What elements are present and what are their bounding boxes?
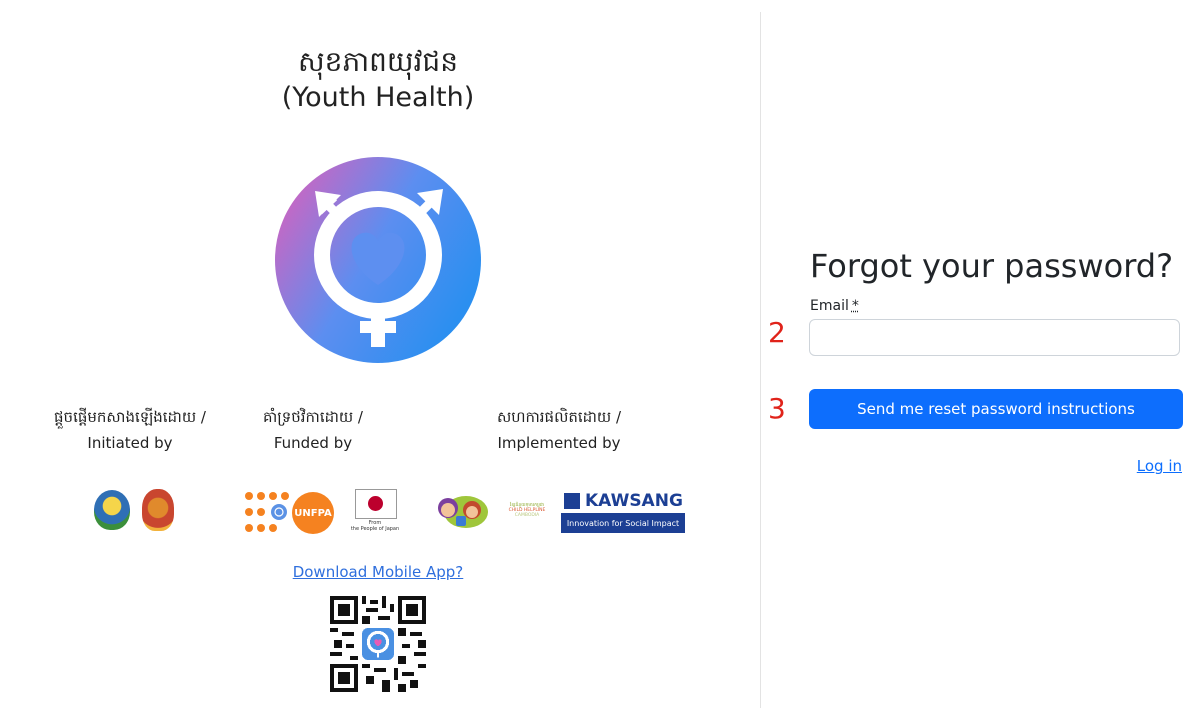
kawsang-mark-icon (564, 493, 580, 509)
required-marker: * (851, 298, 859, 314)
page-title: Forgot your password? (810, 247, 1174, 285)
credit-implemented-khmer: សហការផលិតដោយ / (496, 408, 622, 426)
child-helpline-logo (438, 496, 488, 528)
email-label-text: Email (810, 298, 849, 314)
send-reset-instructions-button[interactable]: Send me reset password instructions (809, 389, 1183, 429)
branding-panel: សុខភាពយុវជន (Youth Health) ផ្តួចផ្តើមកសា… (0, 0, 760, 708)
credit-initiated-english: Initiated by (87, 434, 173, 452)
credit-initiated: ផ្តួចផ្តើមកសាងឡើងដោយ / Initiated by (30, 404, 230, 456)
unfpa-logo: UNFPA (292, 492, 334, 534)
credit-funded-english: Funded by (273, 434, 353, 452)
government-seal-logo (142, 489, 174, 531)
un-dots-logo (245, 492, 289, 532)
unfpa-logo-text: UNFPA (294, 507, 332, 519)
ministry-seal-logo (94, 490, 130, 530)
step-marker-2: 2 (768, 316, 786, 349)
gender-heart-logo-icon (275, 157, 481, 363)
child-helpline-country: CAMBODIA (514, 513, 540, 518)
login-link[interactable]: Log in (1137, 457, 1182, 475)
qr-code[interactable] (330, 596, 426, 692)
app-title-english: (Youth Health) (281, 82, 475, 113)
kawsang-name: KAWSANG (585, 491, 683, 511)
kawsang-logo: KAWSANG Innovation for Social Impact (561, 489, 685, 533)
japan-flag-logo (355, 489, 397, 519)
email-field[interactable] (809, 319, 1180, 356)
credit-funded-khmer: គាំទ្រថវិកាដោយ / (263, 408, 363, 426)
credit-implemented-english: Implemented by (497, 434, 621, 452)
credit-implemented: សហការផលិតដោយ / Implemented by (455, 404, 663, 456)
japan-caption: From the People of Japan (350, 520, 400, 532)
credit-initiated-khmer: ផ្តួចផ្តើមកសាងឡើងដោយ / (54, 408, 206, 426)
forgot-password-panel: Forgot your password? Email * 2 3 Send me… (761, 0, 1200, 708)
download-app-link[interactable]: Download Mobile App? (240, 563, 516, 581)
app-title-khmer: សុខភាពយុវជន (298, 45, 458, 78)
step-marker-3: 3 (768, 392, 786, 425)
credit-funded: គាំទ្រថវិកាដោយ / Funded by (218, 404, 408, 456)
kawsang-tagline: Innovation for Social Impact (561, 513, 685, 533)
child-helpline-text: ខ្សែជំនួយកុមារកម្ពុជា CHILD HELPLINE CAM… (492, 503, 562, 518)
email-label: Email * (810, 298, 859, 314)
